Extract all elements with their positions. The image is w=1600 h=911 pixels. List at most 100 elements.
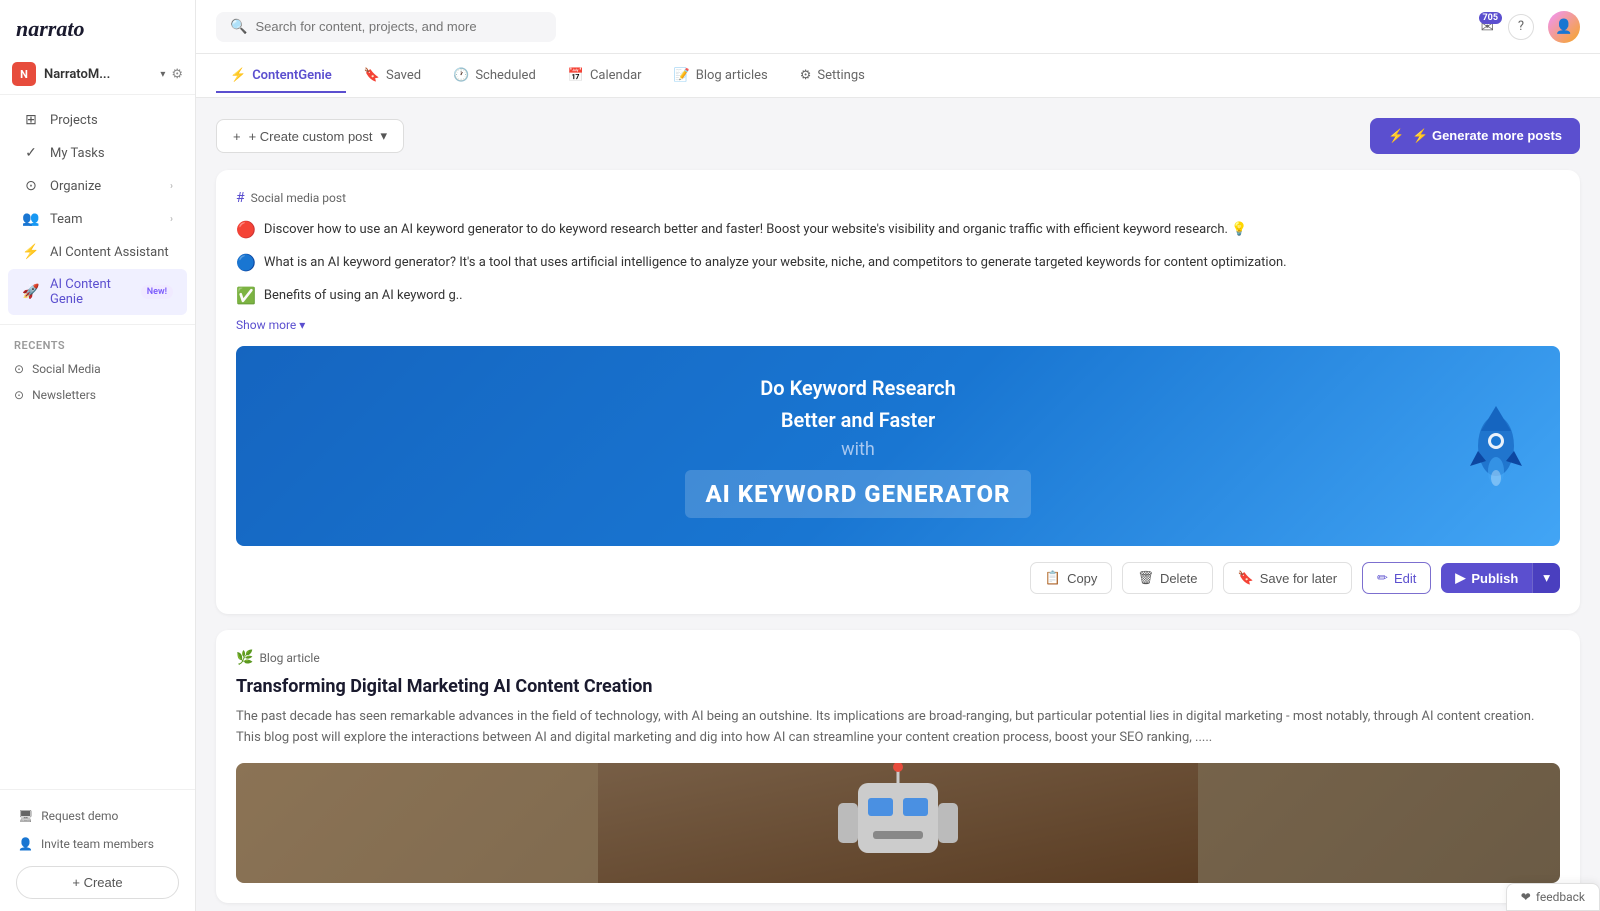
user-plus-icon: 👤 bbox=[18, 837, 33, 851]
tab-settings[interactable]: ⚙ Settings bbox=[786, 60, 879, 93]
blog-image-svg bbox=[236, 763, 1560, 883]
content-area: + + Create custom post ▾ ⚡ ⚡ Generate mo… bbox=[196, 98, 1600, 911]
sidebar-item-my-tasks[interactable]: ✓ My Tasks bbox=[8, 137, 187, 169]
tab-saved[interactable]: 🔖 Saved bbox=[350, 60, 435, 93]
clock-icon: 🕐 bbox=[453, 68, 469, 83]
workspace-name: NarratoM... bbox=[44, 67, 110, 82]
organize-icon: ⊙ bbox=[22, 178, 40, 194]
gear-icon[interactable]: ⚙ bbox=[171, 67, 183, 82]
recent-item-newsletters[interactable]: ⊙ Newsletters bbox=[0, 382, 195, 408]
publish-dropdown-button[interactable]: ▾ bbox=[1532, 563, 1560, 593]
main-nav: ⊞ Projects ✓ My Tasks ⊙ Organize › 👥 Tea… bbox=[0, 103, 195, 316]
bookmark-icon: 🔖 bbox=[364, 68, 380, 83]
sidebar-item-team[interactable]: 👥 Team › bbox=[8, 203, 187, 235]
chevron-down-icon: ▾ bbox=[1543, 570, 1550, 585]
hashtag-icon: # bbox=[236, 190, 245, 206]
sidebar-item-ai-content-genie[interactable]: 🚀 AI Content Genie New! bbox=[8, 269, 187, 315]
chevron-down-icon: ▾ bbox=[299, 318, 305, 332]
post-card-actions: 📋 Copy 🗑 Delete 🔖 Save for later ✏ Edit bbox=[236, 562, 1560, 594]
copy-button[interactable]: 📋 Copy bbox=[1030, 562, 1113, 594]
bookmark-save-icon: 🔖 bbox=[1238, 570, 1254, 586]
calendar-icon: 📅 bbox=[568, 68, 584, 83]
newsletter-icon: ⊙ bbox=[14, 388, 24, 402]
sidebar-item-organize[interactable]: ⊙ Organize › bbox=[8, 170, 187, 202]
edit-button[interactable]: ✏ Edit bbox=[1362, 562, 1431, 594]
monitor-icon: 🖥 bbox=[18, 809, 33, 823]
tab-calendar[interactable]: 📅 Calendar bbox=[554, 60, 656, 93]
topbar: 🔍 ✉ 705 ? 👤 bbox=[196, 0, 1600, 54]
sidebar-item-projects[interactable]: ⊞ Projects bbox=[8, 104, 187, 136]
blog-image bbox=[236, 763, 1560, 883]
heart-icon: ❤ bbox=[1521, 890, 1531, 904]
publish-button[interactable]: ▶ Publish bbox=[1441, 563, 1532, 593]
article-icon: 📝 bbox=[674, 68, 690, 83]
notification-count: 705 bbox=[1479, 12, 1503, 24]
social-media-post-card: # Social media post 🔴 Discover how to us… bbox=[216, 170, 1580, 614]
post-line-3: ✅ Benefits of using an AI keyword g.. bbox=[236, 286, 1560, 313]
plus-icon: + bbox=[233, 129, 241, 144]
tab-scheduled[interactable]: 🕐 Scheduled bbox=[439, 60, 550, 93]
trash-icon: 🗑 bbox=[1137, 570, 1154, 586]
edit-icon: ✏ bbox=[1377, 570, 1388, 586]
recent-item-social-media[interactable]: ⊙ Social Media bbox=[0, 356, 195, 382]
social-media-icon: ⊙ bbox=[14, 362, 24, 376]
tab-bar: ⚡ ContentGenie 🔖 Saved 🕐 Scheduled 📅 Cal… bbox=[196, 54, 1600, 98]
create-custom-post-button[interactable]: + + Create custom post ▾ bbox=[216, 119, 404, 153]
show-more-button[interactable]: Show more ▾ bbox=[236, 318, 1560, 332]
grid-icon: ⊞ bbox=[22, 112, 40, 128]
tab-content-genie[interactable]: ⚡ ContentGenie bbox=[216, 60, 346, 93]
bolt-generate-icon: ⚡ bbox=[1388, 128, 1404, 144]
blog-icon: 🌿 bbox=[236, 650, 253, 666]
post-type-label: # Social media post bbox=[236, 190, 1560, 206]
arrow-icon: › bbox=[170, 214, 173, 225]
publish-button-group: ▶ Publish ▾ bbox=[1441, 563, 1560, 593]
search-input[interactable] bbox=[255, 19, 542, 34]
request-demo-button[interactable]: 🖥 Request demo bbox=[8, 802, 187, 830]
notification-bell[interactable]: ✉ 705 bbox=[1481, 17, 1494, 36]
emoji-icon-3: ✅ bbox=[236, 286, 256, 305]
emoji-icon-2: 🔵 bbox=[236, 253, 256, 272]
post-line-2: 🔵 What is an AI keyword generator? It's … bbox=[236, 253, 1560, 280]
workspace-initial: N bbox=[12, 62, 36, 86]
save-for-later-button[interactable]: 🔖 Save for later bbox=[1223, 562, 1353, 594]
sidebar-footer: 🖥 Request demo 👤 Invite team members + C… bbox=[0, 789, 195, 911]
feedback-button[interactable]: ❤ feedback bbox=[1506, 883, 1600, 911]
team-icon: 👥 bbox=[22, 211, 40, 227]
create-button[interactable]: + Create bbox=[16, 866, 179, 899]
generate-more-posts-button[interactable]: ⚡ ⚡ Generate more posts bbox=[1370, 118, 1580, 154]
delete-button[interactable]: 🗑 Delete bbox=[1122, 562, 1212, 594]
logo-text: narrato bbox=[16, 16, 84, 41]
post-image-banner: Do Keyword Research Better and Faster wi… bbox=[236, 346, 1560, 546]
search-icon: 🔍 bbox=[230, 19, 247, 35]
divider bbox=[0, 324, 195, 325]
blog-title: Transforming Digital Marketing AI Conten… bbox=[236, 676, 1560, 697]
chevron-down-icon: ▾ bbox=[381, 128, 388, 144]
play-icon: ▶ bbox=[1455, 570, 1465, 586]
search-bar[interactable]: 🔍 bbox=[216, 12, 556, 42]
tab-blog-articles[interactable]: 📝 Blog articles bbox=[660, 60, 782, 93]
workspace-selector[interactable]: N NarratoM... ▾ ⚙ bbox=[0, 54, 195, 95]
sidebar: narrato N NarratoM... ▾ ⚙ ⊞ Projects ✓ M… bbox=[0, 0, 196, 911]
copy-icon: 📋 bbox=[1045, 570, 1061, 586]
check-icon: ✓ bbox=[22, 145, 40, 161]
sidebar-item-ai-content-assistant[interactable]: ⚡ AI Content Assistant bbox=[8, 236, 187, 268]
rocket-icon: 🚀 bbox=[22, 284, 40, 300]
post-line-1: 🔴 Discover how to use an AI keyword gene… bbox=[236, 220, 1560, 247]
bolt-tab-icon: ⚡ bbox=[230, 68, 246, 83]
user-avatar[interactable]: 👤 bbox=[1548, 11, 1580, 43]
chevron-down-icon: ▾ bbox=[160, 69, 165, 80]
blog-excerpt: The past decade has seen remarkable adva… bbox=[236, 707, 1560, 749]
arrow-icon: › bbox=[170, 181, 173, 192]
logo: narrato bbox=[0, 0, 195, 54]
invite-team-button[interactable]: 👤 Invite team members bbox=[8, 830, 187, 858]
emoji-icon-1: 🔴 bbox=[236, 220, 256, 239]
help-button[interactable]: ? bbox=[1508, 14, 1534, 40]
content-actions-bar: + + Create custom post ▾ ⚡ ⚡ Generate mo… bbox=[216, 118, 1580, 154]
blog-type-label: 🌿 Blog article bbox=[236, 650, 1560, 666]
rocket-illustration bbox=[1456, 396, 1536, 496]
new-badge: New! bbox=[141, 285, 173, 299]
bolt-icon: ⚡ bbox=[22, 244, 40, 260]
question-icon: ? bbox=[1518, 19, 1524, 34]
recents-heading: Recents bbox=[0, 333, 195, 356]
settings-icon: ⚙ bbox=[800, 68, 812, 83]
